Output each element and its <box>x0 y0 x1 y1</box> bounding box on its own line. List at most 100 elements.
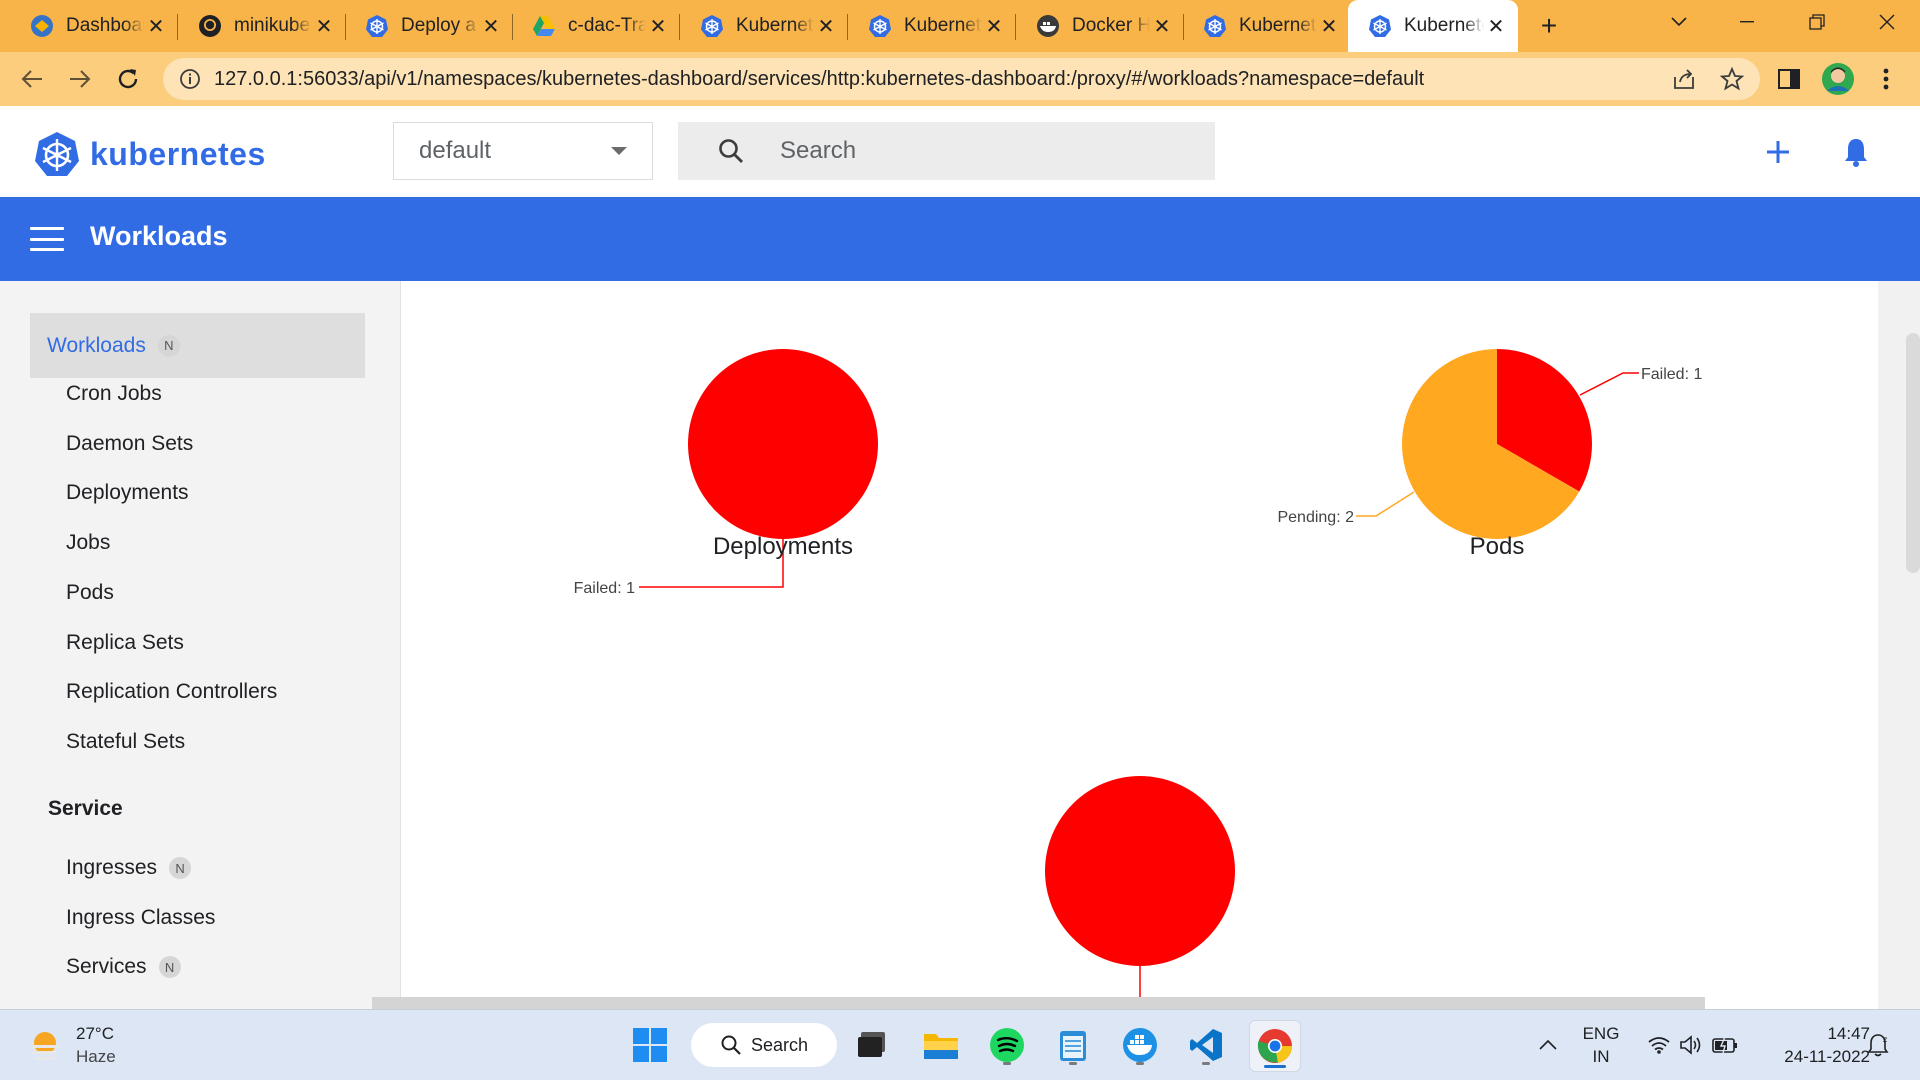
browser-tab[interactable]: Kubernetes✕ <box>848 0 1016 52</box>
sidebar-item-daemon-sets[interactable]: Daemon Sets <box>66 432 193 456</box>
kubernetes-helm-icon <box>35 132 79 176</box>
haze-sun-icon <box>30 1032 60 1060</box>
hamburger-icon <box>30 227 64 230</box>
scrollbar-thumb[interactable] <box>1906 333 1920 573</box>
language-indicator[interactable]: ENG IN <box>1576 1022 1626 1068</box>
browser-tab[interactable]: Dashboard✕ <box>10 0 178 52</box>
sidebar-item-stateful-sets[interactable]: Stateful Sets <box>66 730 185 754</box>
create-resource-button[interactable] <box>1756 130 1800 174</box>
spotify-button[interactable] <box>984 1022 1030 1068</box>
sidebar-item-replica-sets[interactable]: Replica Sets <box>66 631 184 655</box>
tab-title: Deploy a <box>401 15 476 36</box>
side-panel-icon <box>1778 69 1800 89</box>
close-tab-icon[interactable]: ✕ <box>646 14 670 39</box>
kubernetes-logo[interactable]: kubernetes <box>34 131 266 177</box>
restore-button[interactable] <box>1782 0 1852 44</box>
kubernetes-icon <box>365 14 389 38</box>
url-text: 127.0.0.1:56033/api/v1/namespaces/kubern… <box>214 67 1425 90</box>
bookmark-star-icon[interactable] <box>1720 67 1744 91</box>
close-tab-icon[interactable]: ✕ <box>144 14 168 39</box>
close-tab-icon[interactable]: ✕ <box>1150 14 1174 39</box>
start-button[interactable] <box>627 1022 673 1068</box>
sidebar-item-ingress-classes[interactable]: Ingress Classes <box>66 906 215 930</box>
browser-tab[interactable]: Kubernetes✕ <box>1183 0 1351 52</box>
task-view-button[interactable] <box>849 1022 895 1068</box>
address-bar[interactable]: 127.0.0.1:56033/api/v1/namespaces/kubern… <box>163 58 1760 100</box>
browser-tab[interactable]: minikube ✕ <box>178 0 346 52</box>
sidebar-item-deployments[interactable]: Deployments <box>66 481 189 505</box>
close-window-button[interactable] <box>1852 0 1920 44</box>
sidebar-item-services[interactable]: Services N <box>66 955 181 979</box>
notepad-button[interactable] <box>1050 1022 1096 1068</box>
sidebar-item-ingresses[interactable]: Ingresses N <box>66 856 192 880</box>
docker-button[interactable] <box>1117 1022 1163 1068</box>
close-tab-icon[interactable]: ✕ <box>814 14 838 39</box>
show-hidden-icons-button[interactable] <box>1528 1022 1568 1068</box>
weather-widget[interactable]: 27°C Haze <box>28 1022 116 1068</box>
taskbar-search[interactable]: Search <box>691 1023 837 1067</box>
tab-title: Kubernetes <box>904 15 982 36</box>
bell-icon <box>1845 139 1867 167</box>
horizontal-scrollbar[interactable] <box>372 997 1705 1009</box>
notifications-center-button[interactable]: z <box>1858 1022 1898 1068</box>
profile-avatar[interactable] <box>1820 61 1856 97</box>
share-icon[interactable] <box>1672 68 1696 90</box>
task-view-icon <box>858 1032 885 1057</box>
namespaced-badge: N <box>157 334 180 357</box>
sidebar-item-workloads[interactable]: Workloads N <box>30 313 365 378</box>
menu-toggle-button[interactable] <box>30 223 64 255</box>
sidebar-item-label: Cron Jobs <box>66 382 162 405</box>
browser-tab[interactable]: Kubernetes✕ <box>680 0 848 52</box>
tab-title: c-dac-Tra <box>568 15 646 36</box>
reload-button[interactable] <box>110 61 146 97</box>
tab-title: Kubernetes <box>1239 15 1317 36</box>
sidebar-item-label: Stateful Sets <box>66 729 186 753</box>
clock[interactable]: 14:47 24-11-2022 <box>1760 1022 1870 1068</box>
search-icon <box>721 1035 741 1055</box>
file-explorer-button[interactable] <box>918 1022 964 1068</box>
dropdown-arrow-icon <box>611 147 627 155</box>
browser-tab[interactable]: Deploy a ✕ <box>345 0 513 52</box>
reload-icon <box>118 69 138 89</box>
sidebar-item-pods[interactable]: Pods <box>66 581 114 605</box>
close-tab-icon[interactable]: ✕ <box>479 14 503 39</box>
close-tab-icon[interactable]: ✕ <box>312 14 336 39</box>
tab-search-button[interactable] <box>1644 0 1714 44</box>
browser-toolbar: 127.0.0.1:56033/api/v1/namespaces/kubern… <box>0 52 1920 106</box>
site-info-icon[interactable] <box>179 68 201 90</box>
tab-title: Kubernetes <box>1404 15 1484 36</box>
sidebar-item-label: Deployments <box>66 481 189 505</box>
close-tab-icon[interactable]: ✕ <box>982 14 1006 39</box>
vertical-scrollbar[interactable] <box>1878 281 1920 1009</box>
spotify-icon <box>990 1028 1024 1062</box>
notifications-button[interactable] <box>1834 130 1878 174</box>
sidebar-item-label: Jobs <box>66 531 111 555</box>
sidebar-item-replication-controllers[interactable]: Replication Controllers <box>66 680 277 704</box>
sidebar-item-jobs[interactable]: Jobs <box>66 531 110 555</box>
notepad-icon <box>1060 1031 1086 1061</box>
notification-bell-icon: z <box>1867 1034 1889 1057</box>
minimize-button[interactable] <box>1712 0 1782 44</box>
browser-menu-button[interactable] <box>1868 61 1904 97</box>
browser-tab-strip: Dashboard✕minikube✕Deploy a✕c-dac-Tra✕Ku… <box>0 0 1920 52</box>
search-box[interactable] <box>678 122 1215 180</box>
new-tab-button[interactable]: + <box>1531 8 1567 44</box>
close-tab-icon[interactable]: ✕ <box>1484 14 1508 39</box>
network-volume-battery[interactable] <box>1643 1022 1743 1068</box>
side-panel-button[interactable] <box>1771 61 1807 97</box>
browser-tab[interactable]: Docker H ✕ <box>1016 0 1184 52</box>
browser-tab[interactable]: c-dac-Tra ✕ <box>512 0 680 52</box>
namespace-select[interactable]: default <box>393 122 653 180</box>
pie-slice-failed[interactable] <box>1045 776 1235 966</box>
vscode-button[interactable] <box>1183 1022 1229 1068</box>
chrome-button[interactable] <box>1249 1020 1301 1072</box>
sidebar-item-cron-jobs[interactable]: Cron Jobs <box>66 382 162 406</box>
sidebar-item-label: Services <box>66 955 147 978</box>
browser-tab[interactable]: Kubernetes✕ <box>1348 0 1518 52</box>
sidebar-item-label: Pods <box>66 580 114 604</box>
forward-button[interactable] <box>62 61 98 97</box>
back-button[interactable] <box>14 61 50 97</box>
plus-icon <box>1767 141 1789 163</box>
close-tab-icon[interactable]: ✕ <box>1317 14 1341 39</box>
search-input[interactable] <box>778 136 1182 166</box>
